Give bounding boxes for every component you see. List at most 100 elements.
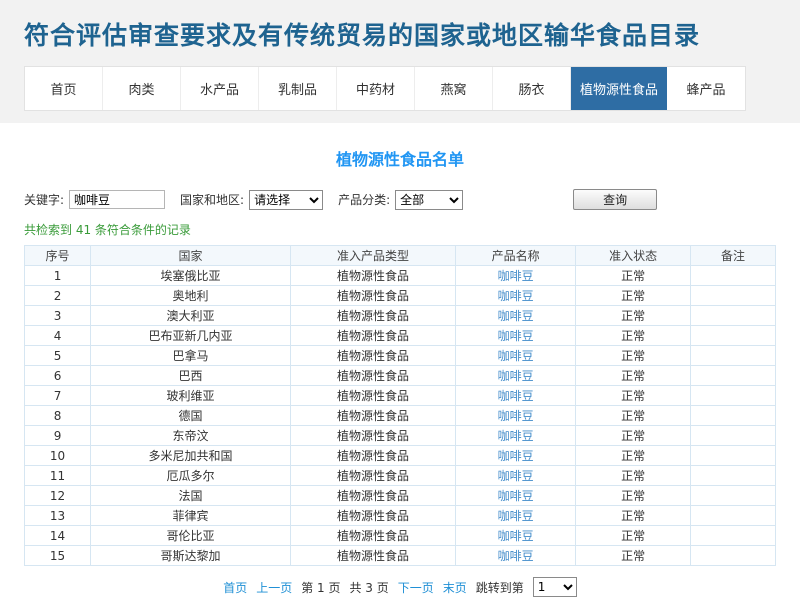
product-link[interactable]: 咖啡豆 [498, 409, 534, 423]
product-link[interactable]: 咖啡豆 [498, 349, 534, 363]
pagination-first-link[interactable]: 首页 [223, 579, 247, 596]
pagination-next-link[interactable]: 下一页 [398, 579, 434, 596]
country-cell: 多米尼加共和国 [91, 446, 291, 466]
product-link[interactable]: 咖啡豆 [498, 549, 534, 563]
row-number-cell: 15 [25, 546, 91, 566]
country-cell: 澳大利亚 [91, 306, 291, 326]
nav-tab-home[interactable]: 首页 [25, 67, 103, 110]
pagination-prev-link[interactable]: 上一页 [256, 579, 292, 596]
note-cell [691, 446, 776, 466]
note-cell [691, 286, 776, 306]
product-name-cell: 咖啡豆 [456, 306, 576, 326]
note-cell [691, 346, 776, 366]
table-row: 3澳大利亚植物源性食品咖啡豆正常 [25, 306, 776, 326]
status-cell: 正常 [576, 426, 691, 446]
status-cell: 正常 [576, 306, 691, 326]
country-cell: 奥地利 [91, 286, 291, 306]
country-cell: 巴拿马 [91, 346, 291, 366]
column-header: 准入状态 [576, 246, 691, 266]
country-cell: 巴西 [91, 366, 291, 386]
pagination-total-pages: 共 3 页 [349, 579, 388, 596]
table-row: 4巴布亚新几内亚植物源性食品咖啡豆正常 [25, 326, 776, 346]
product-link[interactable]: 咖啡豆 [498, 429, 534, 443]
product-link[interactable]: 咖啡豆 [498, 449, 534, 463]
product-name-cell: 咖啡豆 [456, 426, 576, 446]
column-header: 国家 [91, 246, 291, 266]
pagination-last-link[interactable]: 末页 [443, 579, 467, 596]
search-button[interactable]: 查询 [573, 189, 657, 210]
note-cell [691, 266, 776, 286]
status-cell: 正常 [576, 506, 691, 526]
table-row: 2奥地利植物源性食品咖啡豆正常 [25, 286, 776, 306]
pagination-current-page: 第 1 页 [301, 579, 340, 596]
column-header: 备注 [691, 246, 776, 266]
product-link[interactable]: 咖啡豆 [498, 489, 534, 503]
main-content: 植物源性食品名单 关键字: 国家和地区: 请选择 产品分类: 全部 查询 共检索… [0, 146, 800, 597]
product-link[interactable]: 咖啡豆 [498, 329, 534, 343]
note-cell [691, 386, 776, 406]
status-cell: 正常 [576, 286, 691, 306]
table-row: 8德国植物源性食品咖啡豆正常 [25, 406, 776, 426]
note-cell [691, 326, 776, 346]
product-name-cell: 咖啡豆 [456, 506, 576, 526]
nav-tab-dairy-products[interactable]: 乳制品 [259, 67, 337, 110]
country-select[interactable]: 请选择 [249, 190, 323, 210]
product-link[interactable]: 咖啡豆 [498, 389, 534, 403]
search-form: 关键字: 国家和地区: 请选择 产品分类: 全部 查询 [24, 189, 776, 210]
country-cell: 法国 [91, 486, 291, 506]
note-cell [691, 426, 776, 446]
country-cell: 玻利维亚 [91, 386, 291, 406]
table-header-row: 序号国家准入产品类型产品名称准入状态备注 [25, 246, 776, 266]
product-type-cell: 植物源性食品 [290, 466, 455, 486]
nav-tab-birds-nest[interactable]: 燕窝 [415, 67, 493, 110]
nav-tab-chinese-medicine[interactable]: 中药材 [337, 67, 415, 110]
status-cell: 正常 [576, 446, 691, 466]
country-cell: 哥伦比亚 [91, 526, 291, 546]
note-cell [691, 486, 776, 506]
table-row: 15哥斯达黎加植物源性食品咖啡豆正常 [25, 546, 776, 566]
keyword-input[interactable] [69, 190, 165, 209]
nav-tab-plant-derived-foods[interactable]: 植物源性食品 [571, 67, 667, 110]
product-name-cell: 咖啡豆 [456, 366, 576, 386]
product-type-cell: 植物源性食品 [290, 266, 455, 286]
product-link[interactable]: 咖啡豆 [498, 309, 534, 323]
row-number-cell: 12 [25, 486, 91, 506]
product-link[interactable]: 咖啡豆 [498, 469, 534, 483]
nav-tab-casings[interactable]: 肠衣 [493, 67, 571, 110]
status-cell: 正常 [576, 486, 691, 506]
product-name-cell: 咖啡豆 [456, 466, 576, 486]
result-count: 共检索到 41 条符合条件的记录 [24, 221, 776, 238]
note-cell [691, 546, 776, 566]
product-type-cell: 植物源性食品 [290, 306, 455, 326]
status-cell: 正常 [576, 346, 691, 366]
category-select[interactable]: 全部 [395, 190, 463, 210]
product-link[interactable]: 咖啡豆 [498, 509, 534, 523]
table-row: 7玻利维亚植物源性食品咖啡豆正常 [25, 386, 776, 406]
status-cell: 正常 [576, 366, 691, 386]
row-number-cell: 5 [25, 346, 91, 366]
status-cell: 正常 [576, 266, 691, 286]
product-name-cell: 咖啡豆 [456, 526, 576, 546]
row-number-cell: 8 [25, 406, 91, 426]
product-link[interactable]: 咖啡豆 [498, 269, 534, 283]
product-type-cell: 植物源性食品 [290, 526, 455, 546]
product-type-cell: 植物源性食品 [290, 386, 455, 406]
product-link[interactable]: 咖啡豆 [498, 289, 534, 303]
category-label: 产品分类: [338, 191, 390, 208]
product-link[interactable]: 咖啡豆 [498, 369, 534, 383]
pagination-jump-label: 跳转到第 [476, 579, 524, 596]
product-link[interactable]: 咖啡豆 [498, 529, 534, 543]
page-jump-select[interactable]: 1 [533, 577, 577, 597]
column-header: 产品名称 [456, 246, 576, 266]
nav-tab-aquatic-products[interactable]: 水产品 [181, 67, 259, 110]
pagination: 首页 上一页 第 1 页 共 3 页 下一页 末页 跳转到第 1 [24, 577, 776, 597]
table-row: 1埃塞俄比亚植物源性食品咖啡豆正常 [25, 266, 776, 286]
status-cell: 正常 [576, 406, 691, 426]
country-cell: 菲律宾 [91, 506, 291, 526]
table-row: 5巴拿马植物源性食品咖啡豆正常 [25, 346, 776, 366]
country-cell: 埃塞俄比亚 [91, 266, 291, 286]
nav-tab-bee-products[interactable]: 蜂产品 [667, 67, 745, 110]
note-cell [691, 526, 776, 546]
nav-tab-meat[interactable]: 肉类 [103, 67, 181, 110]
status-cell: 正常 [576, 326, 691, 346]
